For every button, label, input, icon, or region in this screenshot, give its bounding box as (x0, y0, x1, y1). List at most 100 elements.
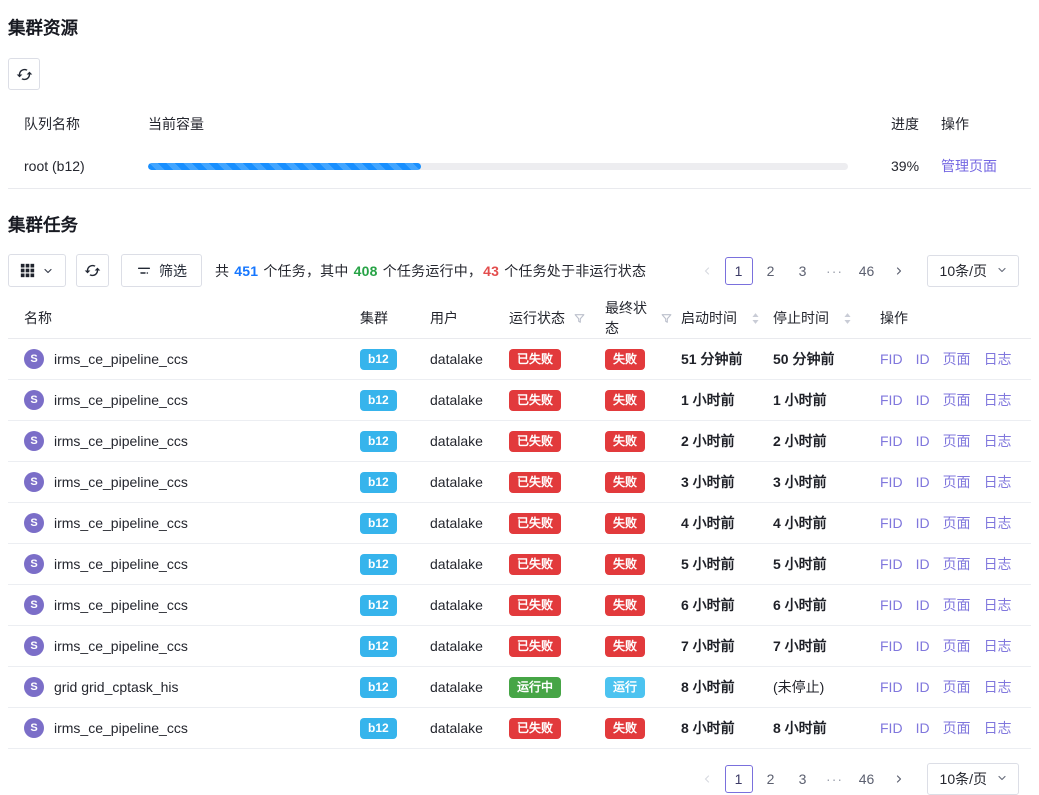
action-link-页面[interactable]: 页面 (943, 718, 971, 738)
pagination-page-3[interactable]: 3 (789, 765, 817, 793)
run-status-badge: 已失败 (509, 390, 561, 411)
pagination-page-2[interactable]: 2 (757, 765, 785, 793)
action-link-页面[interactable]: 页面 (943, 390, 971, 410)
final-status-badge: 失败 (605, 636, 645, 657)
pagination-page-46[interactable]: 46 (853, 257, 881, 285)
pagination-page-1[interactable]: 1 (725, 257, 753, 285)
queue-name: root (b12) (8, 158, 148, 174)
action-link-fid[interactable]: FID (880, 515, 903, 531)
manage-page-link[interactable]: 管理页面 (941, 158, 997, 174)
page-size-select[interactable]: 10条/页 (927, 255, 1019, 287)
action-link-id[interactable]: ID (916, 433, 930, 449)
action-link-页面[interactable]: 页面 (943, 472, 971, 492)
action-link-日志[interactable]: 日志 (984, 390, 1012, 410)
row-actions: FID ID 页面日志 (878, 472, 1031, 492)
action-link-fid[interactable]: FID (880, 556, 903, 572)
start-time: 6 小时前 (681, 597, 735, 613)
action-link-fid[interactable]: FID (880, 720, 903, 736)
action-link-id[interactable]: ID (916, 597, 930, 613)
action-link-页面[interactable]: 页面 (943, 431, 971, 451)
page-size-select[interactable]: 10条/页 (927, 763, 1019, 795)
resources-table: 队列名称 当前容量 进度 操作 root (b12) 39% 管理页面 (8, 104, 1031, 189)
action-link-id[interactable]: ID (916, 556, 930, 572)
filter-lines-icon (136, 263, 152, 279)
action-link-日志[interactable]: 日志 (984, 431, 1012, 451)
action-link-id[interactable]: ID (916, 638, 930, 654)
cluster-badge: b12 (360, 472, 397, 493)
action-link-页面[interactable]: 页面 (943, 595, 971, 615)
row-actions: FID ID 页面日志 (878, 513, 1031, 533)
final-status-badge: 失败 (605, 390, 645, 411)
action-link-fid[interactable]: FID (880, 679, 903, 695)
action-link-页面[interactable]: 页面 (943, 554, 971, 574)
start-time: 3 小时前 (681, 474, 735, 490)
sort-icon[interactable] (751, 312, 760, 325)
funnel-filter-icon[interactable] (660, 312, 673, 325)
pagination-more-icon[interactable]: ··· (821, 765, 849, 793)
pagination-page-3[interactable]: 3 (789, 257, 817, 285)
action-link-日志[interactable]: 日志 (984, 349, 1012, 369)
start-time: 8 小时前 (681, 720, 735, 736)
pagination-prev-chevron-icon[interactable] (693, 257, 721, 285)
final-status-badge: 失败 (605, 513, 645, 534)
action-link-fid[interactable]: FID (880, 597, 903, 613)
action-link-页面[interactable]: 页面 (943, 349, 971, 369)
table-row: S irms_ce_pipeline_ccs b12 datalake 已失败 … (8, 380, 1031, 421)
layout-dropdown-button[interactable] (8, 254, 66, 287)
action-link-日志[interactable]: 日志 (984, 554, 1012, 574)
action-link-id[interactable]: ID (916, 474, 930, 490)
task-avatar: S (24, 554, 44, 574)
action-link-id[interactable]: ID (916, 515, 930, 531)
task-name: grid grid_cptask_his (54, 679, 179, 695)
task-name: irms_ce_pipeline_ccs (54, 720, 188, 736)
header-progress: 进度 (870, 114, 928, 134)
action-link-id[interactable]: ID (916, 392, 930, 408)
header-stop-time: 停止时间 (773, 308, 829, 328)
action-link-fid[interactable]: FID (880, 351, 903, 367)
resources-refresh-button[interactable] (8, 58, 40, 90)
action-link-fid[interactable]: FID (880, 474, 903, 490)
task-avatar: S (24, 595, 44, 615)
user-name: datalake (430, 638, 497, 654)
stop-time: 6 小时前 (773, 597, 827, 613)
pagination: 123···46 10条/页 (689, 255, 1019, 287)
chevron-down-icon (42, 265, 54, 277)
pagination-prev-chevron-icon[interactable] (693, 765, 721, 793)
action-link-id[interactable]: ID (916, 679, 930, 695)
tasks-table-header: 名称 集群 用户 运行状态 最终状态 启动时间 (8, 298, 1031, 339)
pagination-page-46[interactable]: 46 (853, 765, 881, 793)
action-link-页面[interactable]: 页面 (943, 513, 971, 533)
action-link-日志[interactable]: 日志 (984, 636, 1012, 656)
tasks-table: 名称 集群 用户 运行状态 最终状态 启动时间 (8, 298, 1031, 749)
sort-icon[interactable] (843, 312, 852, 325)
action-link-页面[interactable]: 页面 (943, 636, 971, 656)
filter-button[interactable]: 筛选 (121, 254, 202, 287)
pagination-page-2[interactable]: 2 (757, 257, 785, 285)
action-link-id[interactable]: ID (916, 351, 930, 367)
action-link-日志[interactable]: 日志 (984, 595, 1012, 615)
tasks-refresh-button[interactable] (76, 254, 109, 287)
action-link-日志[interactable]: 日志 (984, 472, 1012, 492)
action-link-日志[interactable]: 日志 (984, 677, 1012, 697)
refresh-icon (84, 262, 101, 279)
user-name: datalake (430, 351, 497, 367)
action-link-日志[interactable]: 日志 (984, 718, 1012, 738)
action-link-fid[interactable]: FID (880, 392, 903, 408)
action-link-日志[interactable]: 日志 (984, 513, 1012, 533)
action-link-fid[interactable]: FID (880, 433, 903, 449)
refresh-icon (16, 66, 33, 83)
action-link-id[interactable]: ID (916, 720, 930, 736)
table-row: S grid grid_cptask_his b12 datalake 运行中 … (8, 667, 1031, 708)
pagination-next-chevron-icon[interactable] (885, 257, 913, 285)
run-status-badge: 已失败 (509, 472, 561, 493)
summary-text: 个任务运行中， (379, 263, 483, 279)
row-actions: FID ID 页面日志 (878, 636, 1031, 656)
capacity-progress-fill (148, 163, 421, 170)
page-size-label: 10条/页 (940, 769, 987, 789)
funnel-filter-icon[interactable] (573, 312, 586, 325)
pagination-next-chevron-icon[interactable] (885, 765, 913, 793)
action-link-fid[interactable]: FID (880, 638, 903, 654)
pagination-page-1[interactable]: 1 (725, 765, 753, 793)
action-link-页面[interactable]: 页面 (943, 677, 971, 697)
pagination-more-icon[interactable]: ··· (821, 257, 849, 285)
